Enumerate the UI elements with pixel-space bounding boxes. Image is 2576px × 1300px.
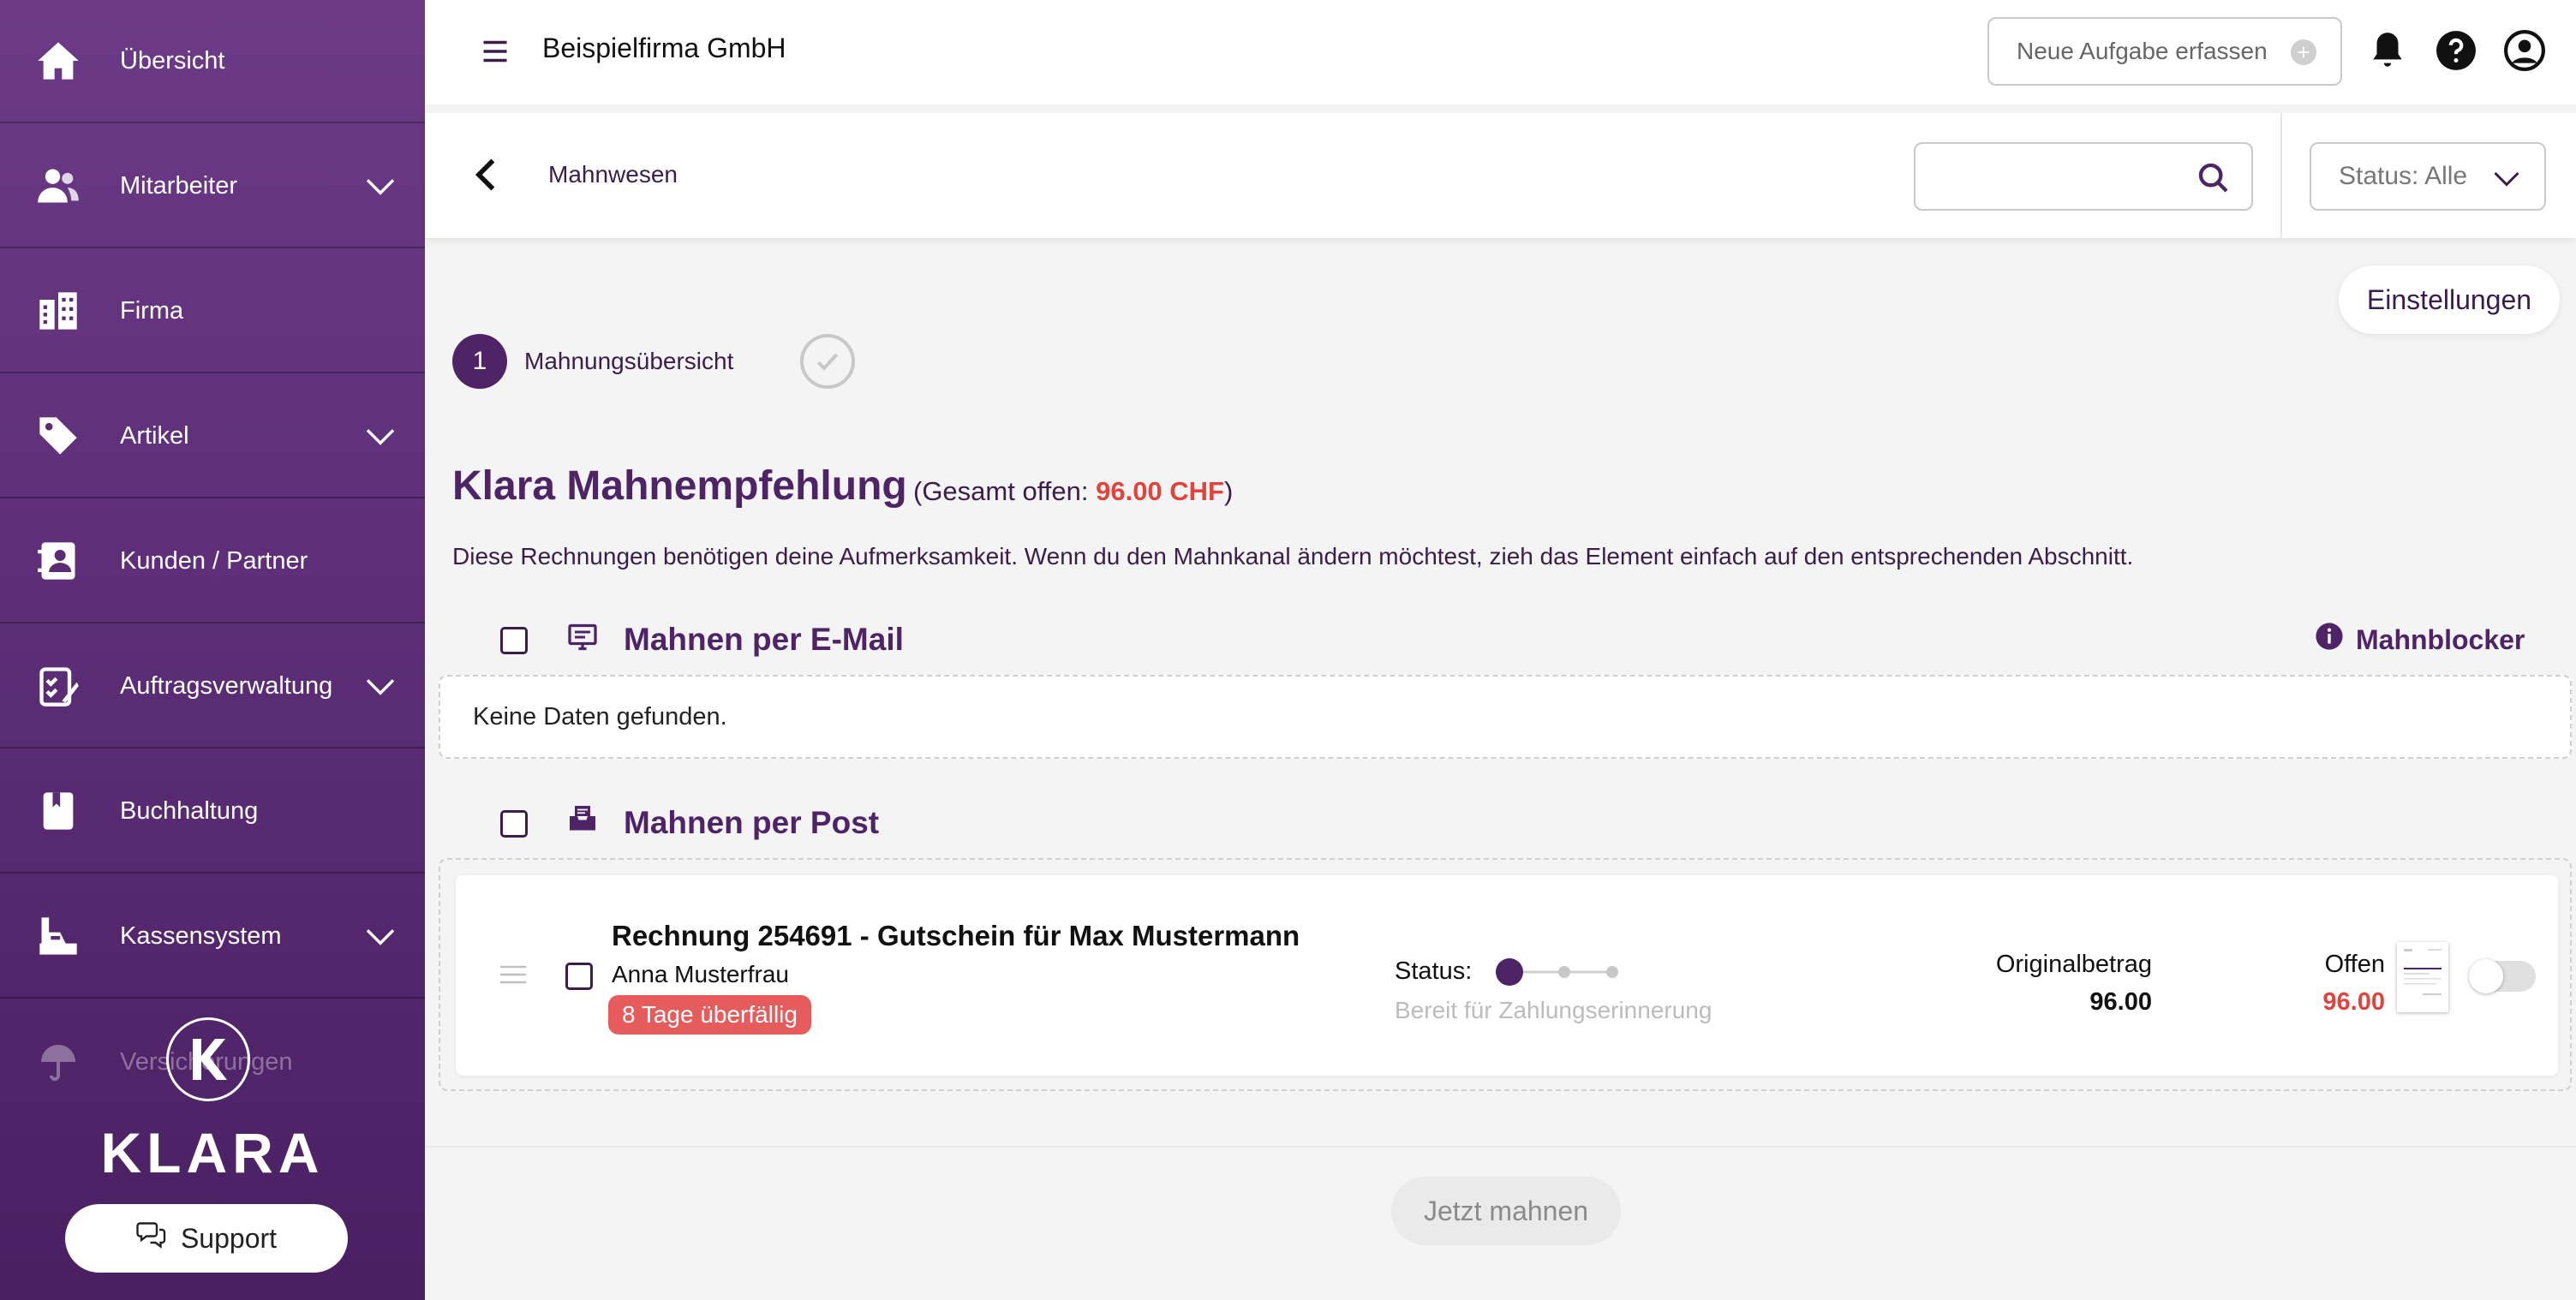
invoice-checkbox[interactable] — [565, 963, 593, 990]
sidebar-item-label: Buchhaltung — [120, 796, 259, 825]
status-filter-select[interactable]: Status: Alle — [2310, 142, 2546, 211]
top-bar: Beispielfirma GmbH Neue Aufgabe erfassen… — [425, 0, 2576, 104]
send-reminder-button[interactable]: Jetzt mahnen — [1391, 1177, 1621, 1245]
email-section-header: Mahnen per E-Mail — [452, 615, 2534, 666]
clipboard-icon — [34, 662, 82, 710]
drag-handle-icon[interactable] — [499, 964, 528, 985]
total-amount: 96.00 CHF — [1096, 476, 1224, 506]
cash-register-icon — [34, 912, 82, 960]
post-section-dropzone: Rechnung 254691 - Gutschein für Max Must… — [439, 858, 2572, 1091]
step-1-label: Mahnungsübersicht — [524, 348, 734, 374]
chevron-down-icon[interactable] — [363, 669, 397, 703]
tag-icon — [34, 412, 82, 460]
mahnblocker-label: Mahnblocker — [2356, 623, 2525, 655]
sidebar-item-label: Kassensystem — [120, 921, 282, 950]
home-icon — [34, 37, 82, 85]
new-task-label: Neue Aufgabe erfassen — [2017, 38, 2268, 64]
invoice-thumbnail[interactable] — [2397, 942, 2448, 1012]
sidebar-item-auftragsverwaltung[interactable]: Auftragsverwaltung — [0, 625, 425, 748]
sidebar-item-label: Übersicht — [120, 46, 225, 75]
status-step-1 — [1496, 958, 1523, 986]
original-amount-label: Originalbetrag — [1995, 951, 2152, 978]
post-section-title: Mahnen per Post — [624, 805, 880, 840]
sidebar-item-artikel[interactable]: Artikel — [0, 375, 425, 498]
breadcrumb[interactable]: Mahnwesen — [548, 161, 678, 188]
sidebar: Übersicht Mitarbeiter Firma Artikel Kund… — [0, 0, 425, 1300]
invoice-customer: Anna Musterfrau — [612, 961, 789, 987]
klara-logo: KLARA — [0, 1017, 425, 1189]
original-amount-value: 96.00 — [2089, 988, 2152, 1016]
monitor-icon — [567, 622, 598, 653]
status-step-2 — [1558, 966, 1570, 978]
plus-circle-icon: + — [2291, 39, 2316, 65]
status-text: Bereit für Zahlungserinnerung — [1395, 997, 1712, 1023]
divider — [2280, 113, 2282, 238]
company-name: Beispielfirma GmbH — [542, 33, 786, 63]
overdue-badge: 8 Tage überfällig — [608, 995, 811, 1035]
search-input[interactable] — [1914, 142, 2253, 211]
info-icon — [2315, 622, 2344, 658]
divider — [425, 1146, 2576, 1148]
logo-text: KLARA — [100, 1121, 325, 1184]
sidebar-item-buchhaltung[interactable]: Buchhaltung — [0, 750, 425, 874]
email-section-dropzone: Keine Daten gefunden. — [439, 675, 2572, 759]
email-section-title: Mahnen per E-Mail — [624, 622, 904, 657]
sidebar-item-label: Kunden / Partner — [120, 546, 308, 575]
sidebar-item-firma[interactable]: Firma — [0, 250, 425, 373]
chevron-down-icon[interactable] — [363, 169, 397, 203]
open-amount-value: 96.00 — [2322, 988, 2385, 1016]
chat-bubble-icon — [136, 1220, 167, 1256]
chevron-down-icon — [2491, 163, 2522, 194]
total-suffix: ) — [1224, 476, 1234, 506]
help-icon[interactable] — [2435, 29, 2477, 72]
chevron-down-icon[interactable] — [363, 419, 397, 453]
chevron-down-icon[interactable] — [363, 919, 397, 953]
invoice-toggle[interactable] — [2469, 959, 2536, 993]
new-task-button[interactable]: Neue Aufgabe erfassen + — [1987, 17, 2342, 86]
sidebar-item-kunden-partner[interactable]: Kunden / Partner — [0, 500, 425, 623]
sidebar-item-kassensystem[interactable]: Kassensystem — [0, 875, 425, 999]
sub-header: Mahnwesen Status: Alle — [425, 113, 2576, 238]
step-1-indicator: 1 — [452, 334, 507, 389]
building-icon — [34, 287, 82, 335]
mail-tray-icon — [567, 803, 598, 834]
settings-button[interactable]: Einstellungen — [2339, 265, 2560, 334]
klara-logo-icon — [166, 1017, 250, 1101]
support-label: Support — [180, 1222, 278, 1254]
status-label: Status: — [1395, 957, 1473, 985]
menu-icon[interactable] — [480, 36, 511, 67]
sidebar-item-label: Auftragsverwaltung — [120, 671, 333, 700]
sidebar-item-label: Artikel — [120, 421, 189, 450]
toggle-knob — [2469, 959, 2503, 993]
user-account-icon[interactable] — [2503, 29, 2546, 72]
book-icon — [34, 787, 82, 835]
post-section-header: Mahnen per Post — [452, 798, 2534, 850]
total-prefix: (Gesamt offen: — [913, 476, 1097, 506]
contacts-icon — [34, 537, 82, 585]
page-title: Klara Mahnempfehlung — [452, 463, 907, 509]
email-section-checkbox[interactable] — [500, 627, 528, 654]
open-amount-label: Offen — [2324, 951, 2385, 978]
step-done-icon — [800, 334, 855, 389]
empty-state-text: Keine Daten gefunden. — [473, 702, 727, 731]
invoice-title[interactable]: Rechnung 254691 - Gutschein für Max Must… — [612, 920, 1300, 952]
page-description: Diese Rechnungen benötigen deine Aufmerk… — [452, 543, 2134, 569]
back-arrow-icon[interactable] — [469, 156, 504, 194]
status-filter-value: Status: Alle — [2339, 162, 2468, 190]
support-button[interactable]: Support — [65, 1204, 348, 1273]
invoice-card[interactable]: Rechnung 254691 - Gutschein für Max Must… — [456, 875, 2558, 1076]
post-section-checkbox[interactable] — [500, 810, 528, 838]
bell-icon[interactable] — [2366, 29, 2409, 72]
sidebar-item-label: Firma — [120, 296, 184, 325]
total-open: (Gesamt offen: 96.00 CHF) — [913, 476, 1233, 507]
status-progress-track — [1496, 958, 1618, 986]
users-icon — [34, 162, 82, 210]
status-step-3 — [1606, 966, 1618, 978]
search-icon[interactable] — [2196, 161, 2231, 195]
sidebar-item-mitarbeiter[interactable]: Mitarbeiter — [0, 125, 425, 248]
sidebar-item-uebersicht[interactable]: Übersicht — [0, 0, 425, 123]
sidebar-item-label: Mitarbeiter — [120, 171, 237, 200]
mahnblocker-link[interactable]: Mahnblocker — [2315, 622, 2525, 658]
